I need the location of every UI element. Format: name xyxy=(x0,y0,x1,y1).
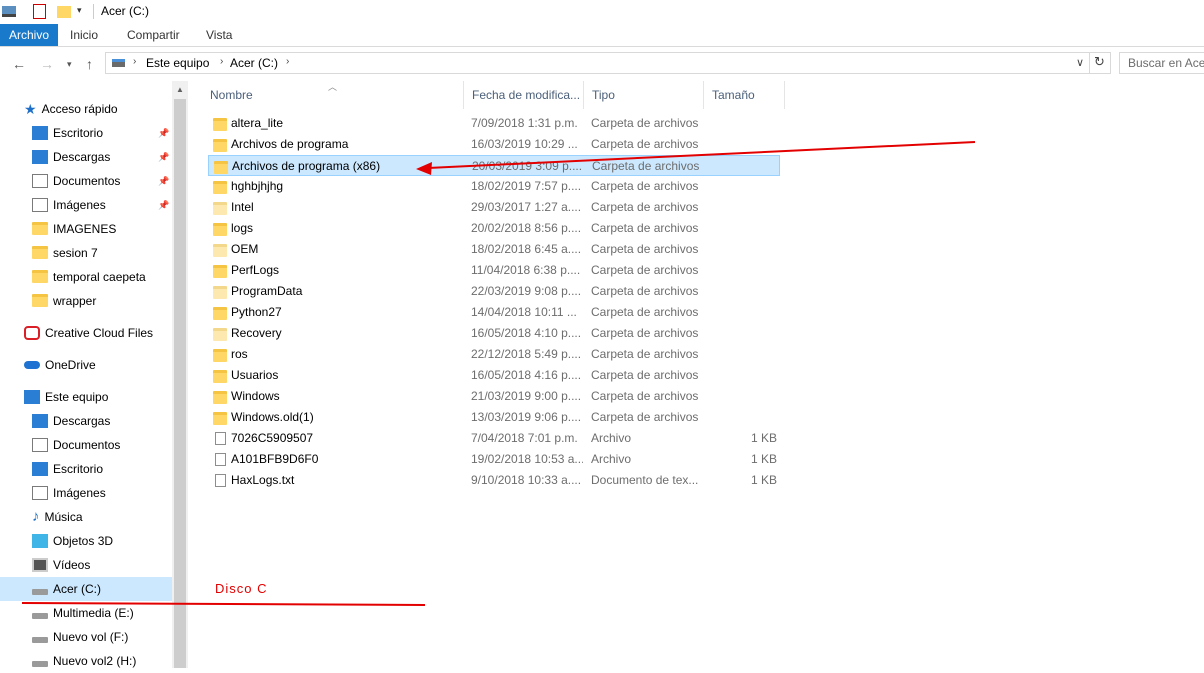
annotation-overlay xyxy=(21,141,976,606)
annotation-underline xyxy=(21,602,426,606)
annotation-label: Disco C xyxy=(215,581,268,596)
annotation-arrow-line xyxy=(427,141,976,169)
annotation-arrowhead xyxy=(416,162,432,175)
